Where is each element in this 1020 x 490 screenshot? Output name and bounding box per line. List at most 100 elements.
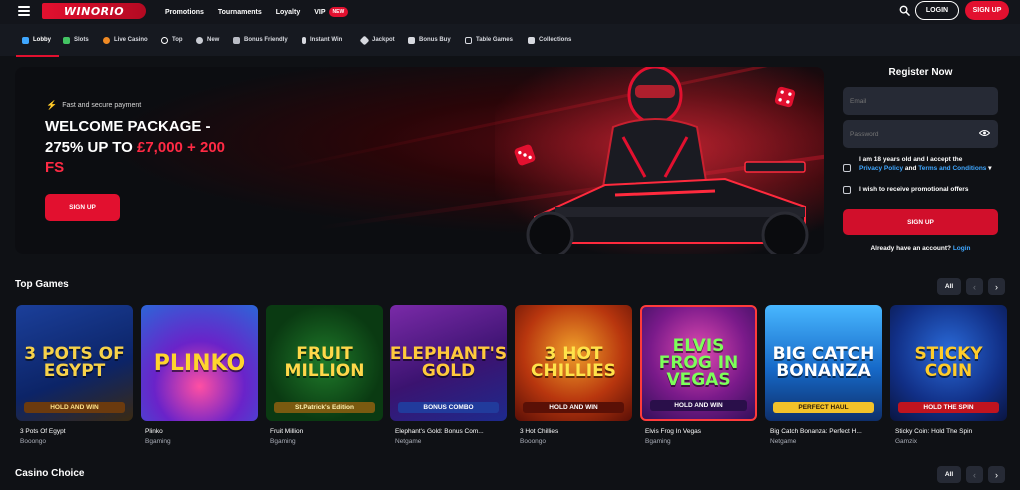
tab-lobby[interactable]: Lobby [16,24,59,57]
nav-vip-label[interactable]: VIP [314,9,325,16]
signup-button[interactable]: SIGN UP [965,1,1009,20]
login-button[interactable]: LOGIN [915,1,959,20]
terms-text: I am 18 years old and I accept the [859,156,963,163]
hero-title-line1: WELCOME PACKAGE - [45,118,211,135]
game-title[interactable]: Fruit Million [270,428,387,435]
terms-conditions-link[interactable]: Terms and Conditions [918,165,986,172]
tab-slots[interactable]: Slots [63,24,89,56]
tab-label: Lobby [33,37,51,43]
login-link[interactable]: Login [953,245,971,252]
game-art-title: STICKY COIN [914,344,983,381]
hero-subtitle-text: Fast and secure payment [62,102,142,109]
game-art-sub: St.Patrick's Edition [274,402,375,413]
game-art-title: ELEPHANT'S GOLD [390,344,507,381]
tab-label: Bonus Buy [419,37,451,43]
section-title-top-games: Top Games [15,279,69,290]
game-card[interactable]: ELVIS FROG IN VEGAS HOLD AND WIN [640,305,757,421]
game-art-title: 3 HOT CHILLIES [531,344,616,381]
chevron-left-icon[interactable]: ‹ [966,466,983,483]
bonus-friendly-icon [233,36,240,44]
game-art-sub: HOLD AND WIN [24,402,125,413]
game-title[interactable]: Elvis Frog In Vegas [645,428,762,435]
jackpot-icon [359,35,370,45]
game-art-title: FRUIT MILLION [284,344,365,381]
register-signup-button[interactable]: SIGN UP [843,209,998,235]
hero-subtitle: ⚡ Fast and secure payment [46,100,141,111]
terms-checkbox[interactable] [843,164,851,172]
race-car-illustration [495,67,824,254]
tab-jackpot[interactable]: Jackpot [359,24,395,56]
game-art-sub: PERFECT HAUL [773,402,874,413]
top-header: WINORIO Promotions Tournaments Loyalty V… [0,0,1020,24]
hero-banner[interactable]: ⚡ Fast and secure payment WELCOME PACKAGE… [15,67,824,254]
tab-instant-win[interactable]: Instant Win [302,24,342,56]
slots-icon [63,36,70,44]
game-provider: Netgame [395,438,422,445]
game-card[interactable]: FRUIT MILLION St.Patrick's Edition [266,305,383,421]
game-provider: Booongo [520,438,547,445]
password-field[interactable] [843,120,998,148]
tab-bonus-friendly[interactable]: Bonus Friendly [233,24,288,56]
tab-new[interactable]: New [196,24,219,56]
nav-tournaments[interactable]: Tournaments [218,9,262,16]
tab-table-games[interactable]: Table Games [465,24,513,56]
tab-label: Slots [74,37,89,43]
game-title[interactable]: Plinko [145,428,262,435]
eye-icon[interactable] [979,129,990,137]
game-title[interactable]: Sticky Coin: Hold The Spin [895,428,1012,435]
game-title[interactable]: Elephant's Gold: Bonus Com... [395,428,512,435]
tab-label: Instant Win [310,37,343,43]
email-field[interactable] [843,87,998,115]
logo[interactable]: WINORIO [42,3,146,19]
hero-title: WELCOME PACKAGE - 275% UP TO £7,000 + 20… [45,117,265,179]
bonus-buy-icon [408,36,415,44]
register-title: Register Now [888,67,953,78]
menu-icon[interactable] [18,6,30,16]
chevron-right-icon[interactable]: › [988,278,1005,295]
nav-promotions[interactable]: Promotions [165,9,204,16]
new-badge: NEW [328,7,349,17]
search-icon[interactable] [899,5,910,16]
game-art-sub: BONUS COMBO [398,402,499,413]
tab-top[interactable]: Top [161,24,183,56]
nav-vip[interactable]: VIP NEW [314,7,349,17]
promo-checkbox[interactable] [843,186,851,194]
all-button[interactable]: All [937,466,961,483]
terms-label: I am 18 years old and I accept the Priva… [859,156,999,173]
tab-live-casino[interactable]: Live Casino [103,24,148,56]
login-prompt: Already have an account? Login [843,245,998,252]
game-card[interactable]: BIG CATCH BONANZA PERFECT HAUL [765,305,882,421]
privacy-policy-link[interactable]: Privacy Policy [859,165,903,172]
nav-loyalty[interactable]: Loyalty [276,9,301,16]
hero-title-highlight: £7,000 + 200 [137,138,226,156]
tab-label: Collections [539,37,572,43]
game-provider: Gamzix [895,438,918,445]
game-art-sub: HOLD THE SPIN [898,402,999,413]
chevron-down-icon: ▾ [986,164,992,172]
game-title[interactable]: Big Catch Bonanza: Perfect H... [770,428,887,435]
game-title[interactable]: 3 Hot Chillies [520,428,637,435]
game-card[interactable]: ELEPHANT'S GOLD BONUS COMBO [390,305,507,421]
tab-collections[interactable]: Collections [528,24,571,56]
game-card[interactable]: STICKY COIN HOLD THE SPIN [890,305,1007,421]
game-card[interactable]: 3 HOT CHILLIES HOLD AND WIN [515,305,632,421]
chevron-right-icon[interactable]: › [988,466,1005,483]
game-card[interactable]: 3 POTS OF EGYPT HOLD AND WIN [16,305,133,421]
section-title-casino-choice: Casino Choice [15,468,85,479]
login-prompt-text: Already have an account? [870,245,953,252]
game-art-sub: HOLD AND WIN [650,400,747,411]
tab-bonus-buy[interactable]: Bonus Buy [408,24,451,56]
tab-label: Bonus Friendly [244,37,288,43]
tab-label: Live Casino [114,37,148,43]
terms-and-text: and [903,164,919,172]
tab-label: Top [172,37,183,43]
game-provider: Booongo [20,438,47,445]
chevron-left-icon[interactable]: ‹ [966,278,983,295]
game-title[interactable]: 3 Pots Of Egypt [20,428,137,435]
all-button[interactable]: All [937,278,961,295]
hero-signup-button[interactable]: SIGN UP [45,194,120,221]
game-card[interactable]: PLINKO [141,305,258,421]
game-art-sub: HOLD AND WIN [523,402,624,413]
table-games-icon [465,36,472,44]
tab-label: New [207,37,220,43]
